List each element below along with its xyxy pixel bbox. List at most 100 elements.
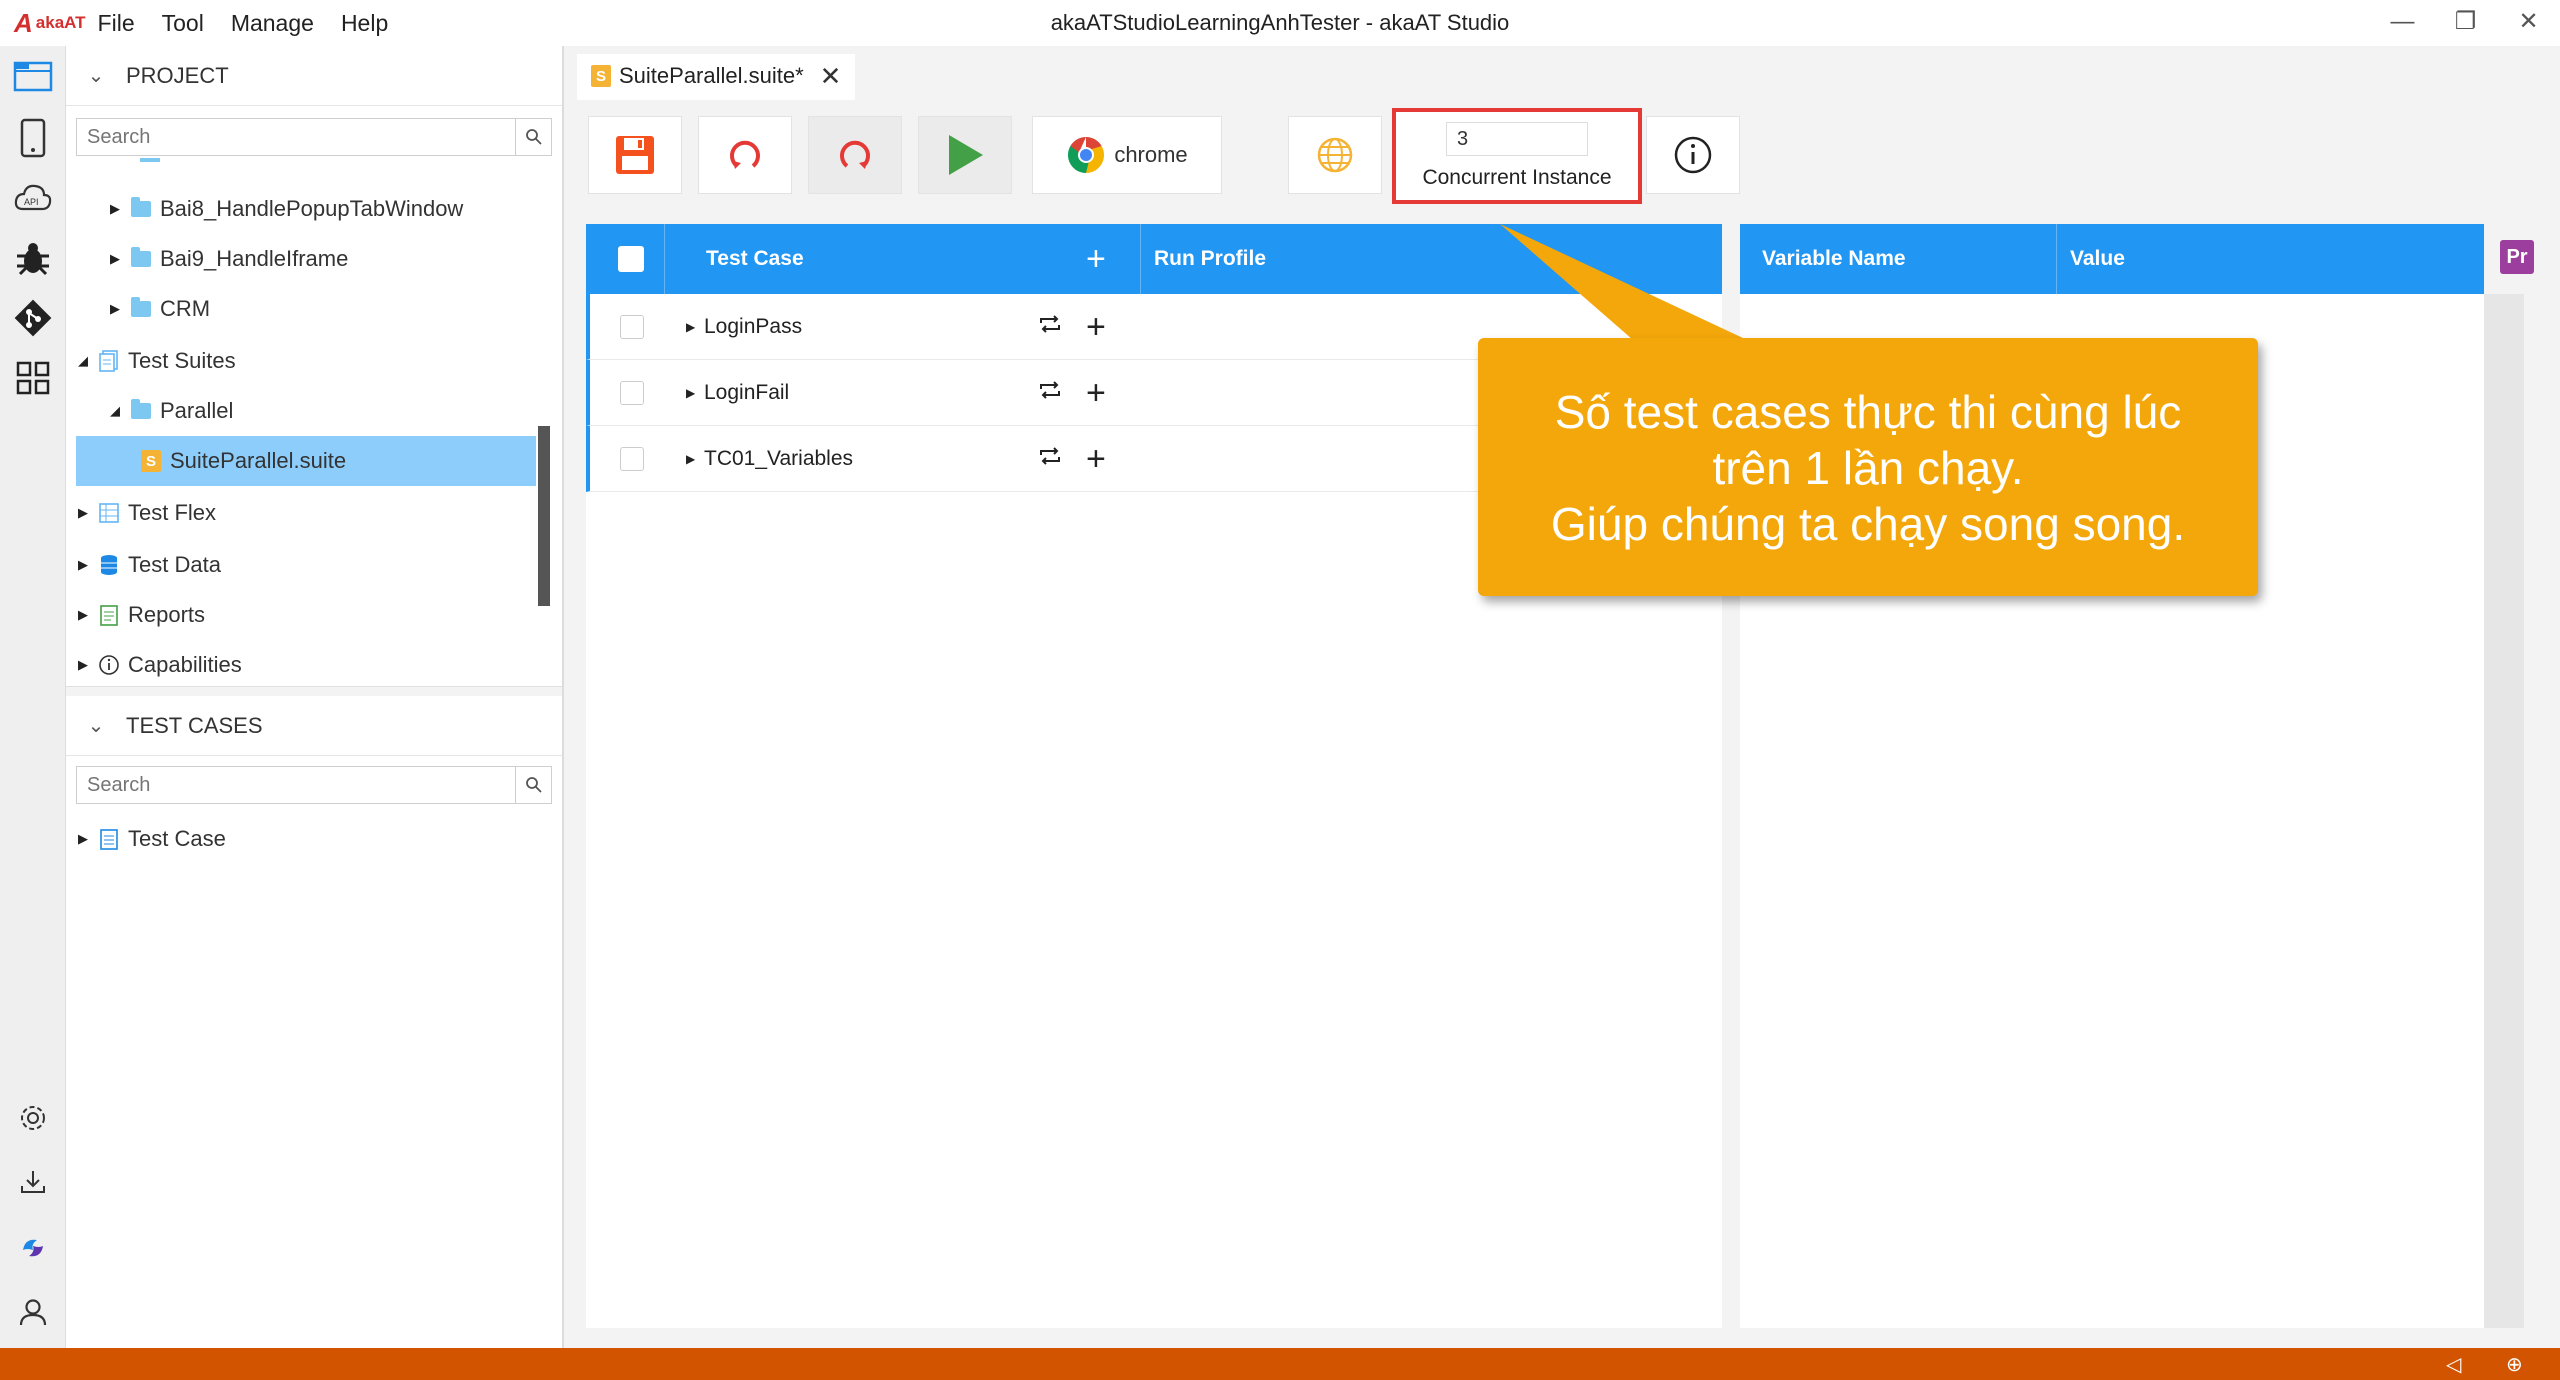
repeat-icon[interactable] bbox=[1038, 380, 1062, 406]
flex-icon bbox=[94, 502, 124, 524]
download-icon[interactable] bbox=[11, 1160, 55, 1204]
test-case-name: LoginFail bbox=[704, 380, 790, 404]
repeat-icon[interactable] bbox=[1038, 446, 1062, 472]
grid-icon[interactable] bbox=[11, 356, 55, 400]
info-circle-icon bbox=[94, 654, 124, 676]
select-all-checkbox[interactable] bbox=[618, 224, 644, 294]
save-icon bbox=[616, 136, 654, 174]
api-cloud-icon[interactable]: API bbox=[11, 176, 55, 220]
row-checkbox[interactable] bbox=[620, 446, 644, 471]
expand-arrow-icon[interactable]: ▶ bbox=[686, 452, 695, 466]
user-icon[interactable] bbox=[11, 1290, 55, 1334]
add-profile-icon[interactable]: + bbox=[1086, 376, 1106, 410]
expand-arrow-icon[interactable]: ▶ bbox=[104, 251, 126, 267]
info-icon bbox=[1674, 136, 1712, 174]
sidebar-scrollbar[interactable] bbox=[538, 426, 550, 606]
concurrent-instance-input[interactable] bbox=[1446, 122, 1588, 156]
folder-icon bbox=[131, 399, 151, 419]
reload-icon bbox=[840, 140, 870, 169]
swirl-icon[interactable] bbox=[11, 1226, 55, 1270]
reload-button[interactable] bbox=[808, 116, 902, 194]
tree-item-label: Test Case bbox=[128, 826, 226, 851]
column-separator bbox=[664, 224, 665, 294]
add-profile-icon[interactable]: + bbox=[1086, 310, 1106, 344]
menu-file[interactable]: File bbox=[98, 10, 135, 37]
tree-item-capabilities[interactable]: ▶ Capabilities bbox=[72, 640, 542, 690]
suite-file-icon: S bbox=[141, 450, 161, 472]
tree-item-test-data[interactable]: ▶ Test Data bbox=[72, 540, 542, 590]
target-icon[interactable]: ⊕ bbox=[2506, 1352, 2523, 1377]
test-cases-section-header[interactable]: ⌄ TEST CASES bbox=[66, 696, 562, 756]
test-case-file-icon bbox=[94, 828, 124, 850]
callout-line-2: trên 1 lần chạy. bbox=[1712, 442, 2024, 494]
callout-line-3: Giúp chúng ta chạy song song. bbox=[1550, 498, 2186, 550]
suites-icon bbox=[94, 350, 124, 372]
expand-arrow-icon[interactable]: ▶ bbox=[72, 607, 94, 623]
refresh-button[interactable] bbox=[698, 116, 792, 194]
tab-suite-parallel[interactable]: S SuiteParallel.suite* ✕ bbox=[577, 54, 856, 100]
column-header-variable-name: Variable Name bbox=[1762, 247, 1906, 270]
project-header-label: PROJECT bbox=[126, 62, 229, 88]
settings-icon[interactable] bbox=[11, 1096, 55, 1140]
expand-arrow-icon[interactable]: ▶ bbox=[72, 831, 94, 847]
collapse-arrow-icon[interactable]: ◢ bbox=[104, 403, 126, 419]
folder-icon[interactable] bbox=[11, 54, 55, 98]
expand-arrow-icon[interactable]: ▶ bbox=[104, 201, 126, 217]
project-search-input[interactable] bbox=[77, 119, 515, 155]
tree-item-label: SuiteParallel.suite bbox=[170, 448, 347, 473]
mobile-icon[interactable] bbox=[11, 116, 55, 160]
run-button[interactable] bbox=[918, 116, 1012, 194]
project-section-header[interactable]: ⌄ PROJECT bbox=[66, 46, 562, 106]
variable-grid-scrollbar[interactable] bbox=[2484, 294, 2524, 1328]
notification-icon[interactable]: ◁ bbox=[2446, 1352, 2461, 1377]
search-icon[interactable] bbox=[515, 119, 551, 155]
logo-mark-icon: A bbox=[14, 7, 33, 38]
tree-item-parallel[interactable]: ◢ Parallel bbox=[104, 386, 574, 436]
expand-arrow-icon[interactable]: ▶ bbox=[72, 505, 94, 521]
tree-item-bai9[interactable]: ▶ Bai9_HandleIframe bbox=[104, 234, 574, 284]
expand-arrow-icon[interactable]: ▶ bbox=[72, 557, 94, 573]
test-cases-header-label: TEST CASES bbox=[126, 712, 263, 738]
expand-arrow-icon[interactable]: ▶ bbox=[104, 301, 126, 317]
expand-arrow-icon[interactable]: ▶ bbox=[686, 386, 695, 400]
repeat-icon[interactable] bbox=[1038, 314, 1062, 340]
test-case-name: LoginPass bbox=[704, 314, 803, 338]
play-icon bbox=[949, 135, 983, 175]
collapse-arrow-icon[interactable]: ◢ bbox=[72, 353, 94, 369]
environment-button[interactable] bbox=[1288, 116, 1382, 194]
status-bar: ◁ ⊕ bbox=[0, 1348, 2560, 1380]
callout-line-1: Số test cases thực thi cùng lúc bbox=[1554, 386, 2182, 438]
menu-help[interactable]: Help bbox=[341, 10, 388, 37]
browser-label: chrome bbox=[1114, 142, 1188, 167]
row-checkbox[interactable] bbox=[620, 380, 644, 405]
row-checkbox[interactable] bbox=[620, 314, 644, 339]
menu-manage[interactable]: Manage bbox=[231, 10, 314, 37]
add-test-case-icon[interactable]: + bbox=[1086, 224, 1106, 294]
restore-icon[interactable]: ❐ bbox=[2434, 0, 2497, 46]
browser-select-button[interactable]: chrome bbox=[1032, 116, 1222, 194]
info-button[interactable] bbox=[1646, 116, 1740, 194]
search-icon[interactable] bbox=[515, 767, 551, 803]
editor-area: S SuiteParallel.suite* ✕ chrome Concurre… bbox=[566, 46, 2560, 1348]
tree-item-crm[interactable]: ▶ CRM bbox=[104, 284, 574, 334]
tree-item-label: Test Flex bbox=[128, 500, 217, 525]
test-cases-search-input[interactable] bbox=[77, 767, 515, 803]
tree-item-test-case[interactable]: ▶ Test Case bbox=[72, 814, 542, 864]
tree-item-suite-parallel[interactable]: S SuiteParallel.suite bbox=[76, 436, 536, 486]
close-window-icon[interactable]: ✕ bbox=[2497, 0, 2560, 46]
tree-item-test-flex[interactable]: ▶ Test Flex bbox=[72, 488, 542, 538]
menu-tool[interactable]: Tool bbox=[162, 10, 204, 37]
add-profile-icon[interactable]: + bbox=[1086, 442, 1106, 476]
expand-arrow-icon[interactable]: ▶ bbox=[72, 657, 94, 673]
tree-item-reports[interactable]: ▶ Reports bbox=[72, 590, 542, 640]
bug-icon[interactable] bbox=[11, 236, 55, 280]
git-icon[interactable] bbox=[11, 296, 55, 340]
column-separator bbox=[2056, 224, 2057, 294]
save-button[interactable] bbox=[588, 116, 682, 194]
expand-arrow-icon[interactable]: ▶ bbox=[686, 320, 695, 334]
profile-badge-icon[interactable]: Pr bbox=[2500, 240, 2534, 274]
minimize-icon[interactable]: — bbox=[2371, 0, 2434, 46]
tree-item-bai8[interactable]: ▶ Bai8_HandlePopupTabWindow bbox=[104, 184, 574, 234]
close-tab-icon[interactable]: ✕ bbox=[820, 61, 842, 92]
tree-item-test-suites[interactable]: ◢ Test Suites bbox=[72, 336, 542, 386]
